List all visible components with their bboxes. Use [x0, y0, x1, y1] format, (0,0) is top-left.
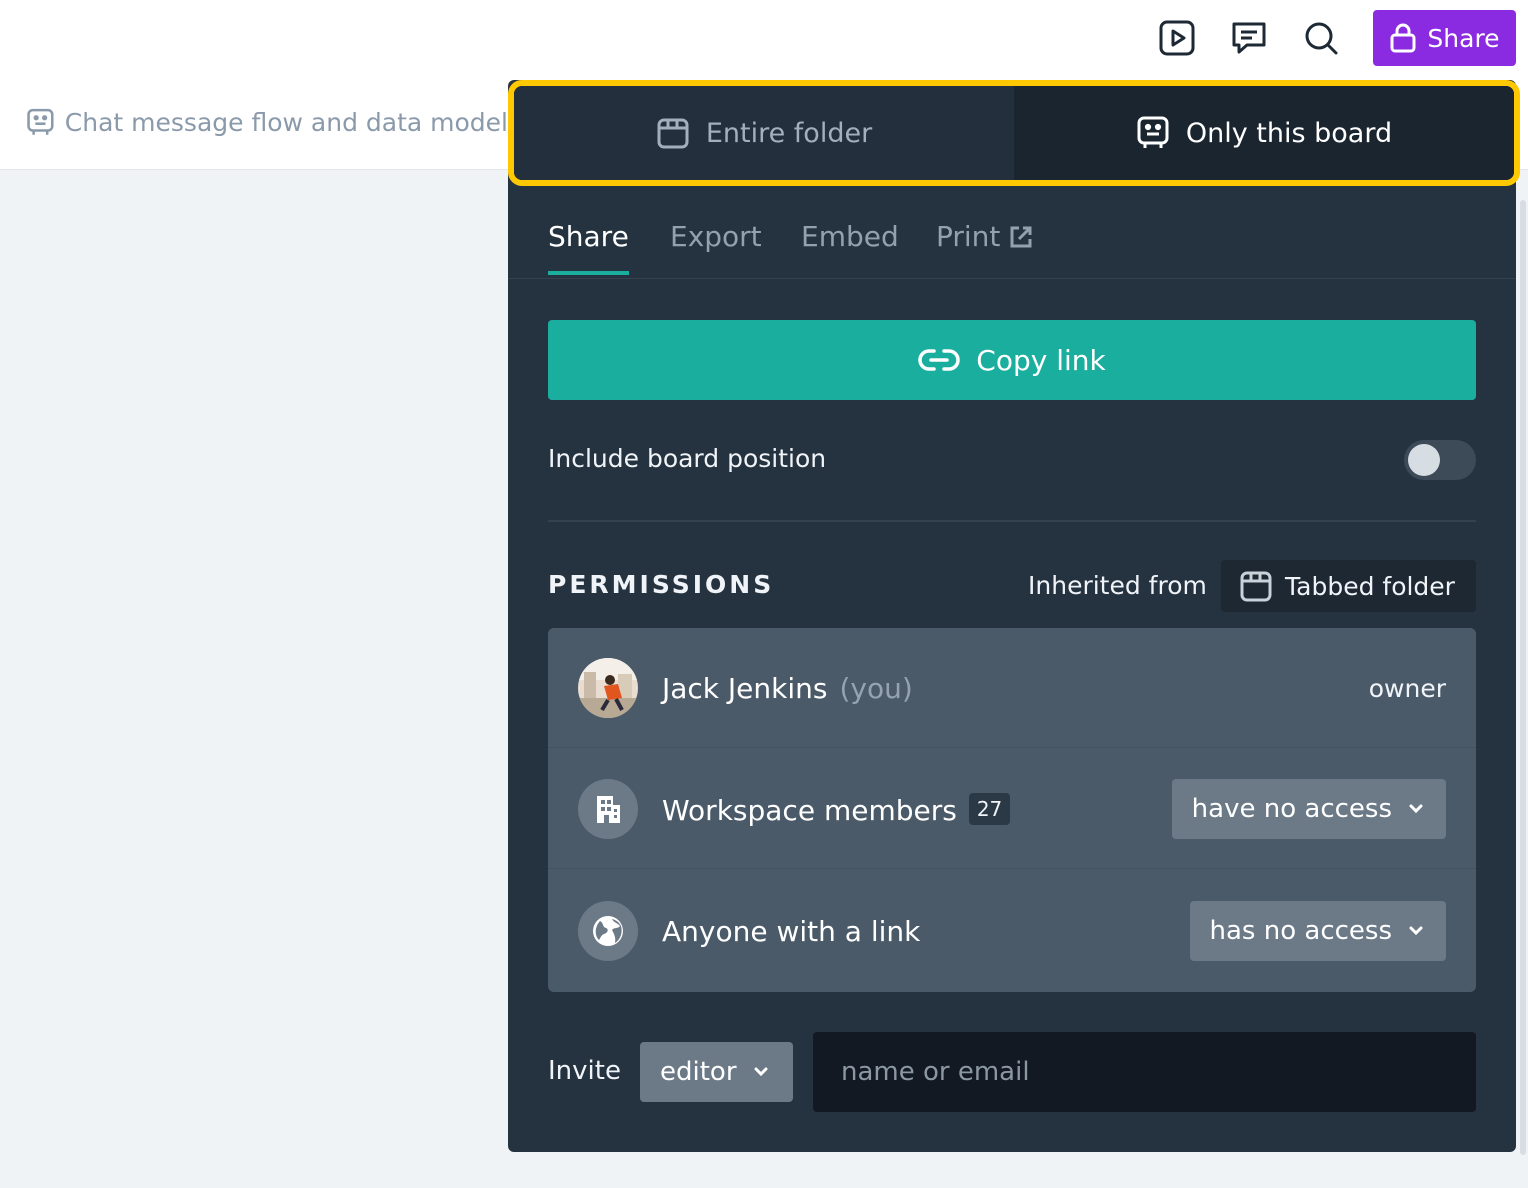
invite-label: Invite — [548, 1056, 621, 1086]
invite-role-value: editor — [660, 1057, 737, 1087]
permissions-list: Jack Jenkins (you) owner Workspace member… — [548, 628, 1476, 992]
scope-only-this-board-label: Only this board — [1185, 117, 1393, 149]
owner-role: owner — [1368, 674, 1446, 703]
workspace-members-label: Workspace members — [662, 794, 957, 827]
permission-row-workspace: Workspace members 27 have no access — [548, 749, 1476, 869]
board-title-text: Chat message flow and data model — [64, 107, 508, 137]
inherited-source-chip[interactable]: Tabbed folder — [1221, 560, 1476, 612]
lock-icon — [1390, 23, 1416, 53]
scrollbar[interactable] — [1520, 200, 1526, 1155]
presentation-icon[interactable] — [1155, 16, 1199, 60]
inherited-source-label: Tabbed folder — [1285, 571, 1455, 601]
link-access-select[interactable]: has no access — [1189, 901, 1446, 961]
anyone-with-link-label: Anyone with a link — [662, 915, 921, 948]
member-count-badge: 27 — [968, 793, 1011, 825]
scope-entire-folder[interactable]: Entire folder — [514, 86, 1014, 180]
scope-entire-folder-label: Entire folder — [705, 117, 873, 149]
link-icon — [918, 349, 961, 371]
permission-row-link: Anyone with a link has no access — [548, 871, 1476, 991]
globe-icon — [578, 901, 638, 961]
permission-row-owner: Jack Jenkins (you) owner — [548, 628, 1476, 748]
workspace-access-select[interactable]: have no access — [1171, 779, 1446, 839]
invite-role-select[interactable]: editor — [640, 1042, 793, 1102]
permissions-title: PERMISSIONS — [548, 570, 775, 599]
chevron-down-icon — [754, 1067, 768, 1077]
permission-name: Jack Jenkins (you) — [662, 672, 913, 705]
tab-print-label: Print — [936, 220, 1001, 253]
tab-export[interactable]: Export — [670, 220, 762, 275]
workspace-access-value: have no access — [1191, 794, 1392, 824]
board-icon — [27, 108, 54, 135]
tab-embed[interactable]: Embed — [801, 220, 899, 275]
tab-share[interactable]: Share — [548, 220, 629, 275]
permission-name: Workspace members 27 — [662, 793, 1011, 827]
building-icon — [578, 779, 638, 839]
scope-only-this-board[interactable]: Only this board — [1014, 86, 1514, 180]
copy-link-button[interactable]: Copy link — [548, 320, 1476, 400]
board-icon — [1137, 116, 1169, 148]
share-tabs: Share Export Embed Print — [508, 186, 1516, 279]
toggle-knob — [1408, 444, 1440, 476]
divider — [548, 520, 1476, 522]
permission-name: Anyone with a link — [662, 915, 920, 948]
link-access-value: has no access — [1209, 916, 1392, 946]
avatar — [578, 658, 638, 718]
folder-icon — [657, 118, 689, 149]
chevron-down-icon — [1409, 804, 1423, 814]
tab-share-label: Share — [548, 220, 629, 253]
comment-icon[interactable] — [1227, 16, 1271, 60]
inherited-from-label: Inherited from — [1028, 571, 1207, 600]
chevron-down-icon — [1409, 926, 1423, 936]
share-button-label: Share — [1427, 23, 1500, 53]
you-label: (you) — [839, 672, 913, 705]
share-button[interactable]: Share — [1373, 10, 1516, 66]
external-link-icon — [1010, 226, 1032, 247]
share-scope-toggle: Entire folder Only this board — [508, 80, 1520, 186]
folder-icon — [1240, 571, 1272, 602]
include-position-label: Include board position — [548, 444, 827, 473]
include-position-toggle[interactable] — [1404, 440, 1476, 480]
tab-export-label: Export — [670, 220, 762, 253]
copy-link-label: Copy link — [976, 343, 1106, 377]
tab-print[interactable]: Print — [936, 220, 1034, 275]
search-icon[interactable] — [1299, 16, 1343, 60]
invite-email-input[interactable] — [813, 1032, 1476, 1112]
tab-embed-label: Embed — [801, 220, 899, 253]
board-title[interactable]: Chat message flow and data model — [26, 104, 508, 140]
user-name: Jack Jenkins — [662, 672, 828, 705]
